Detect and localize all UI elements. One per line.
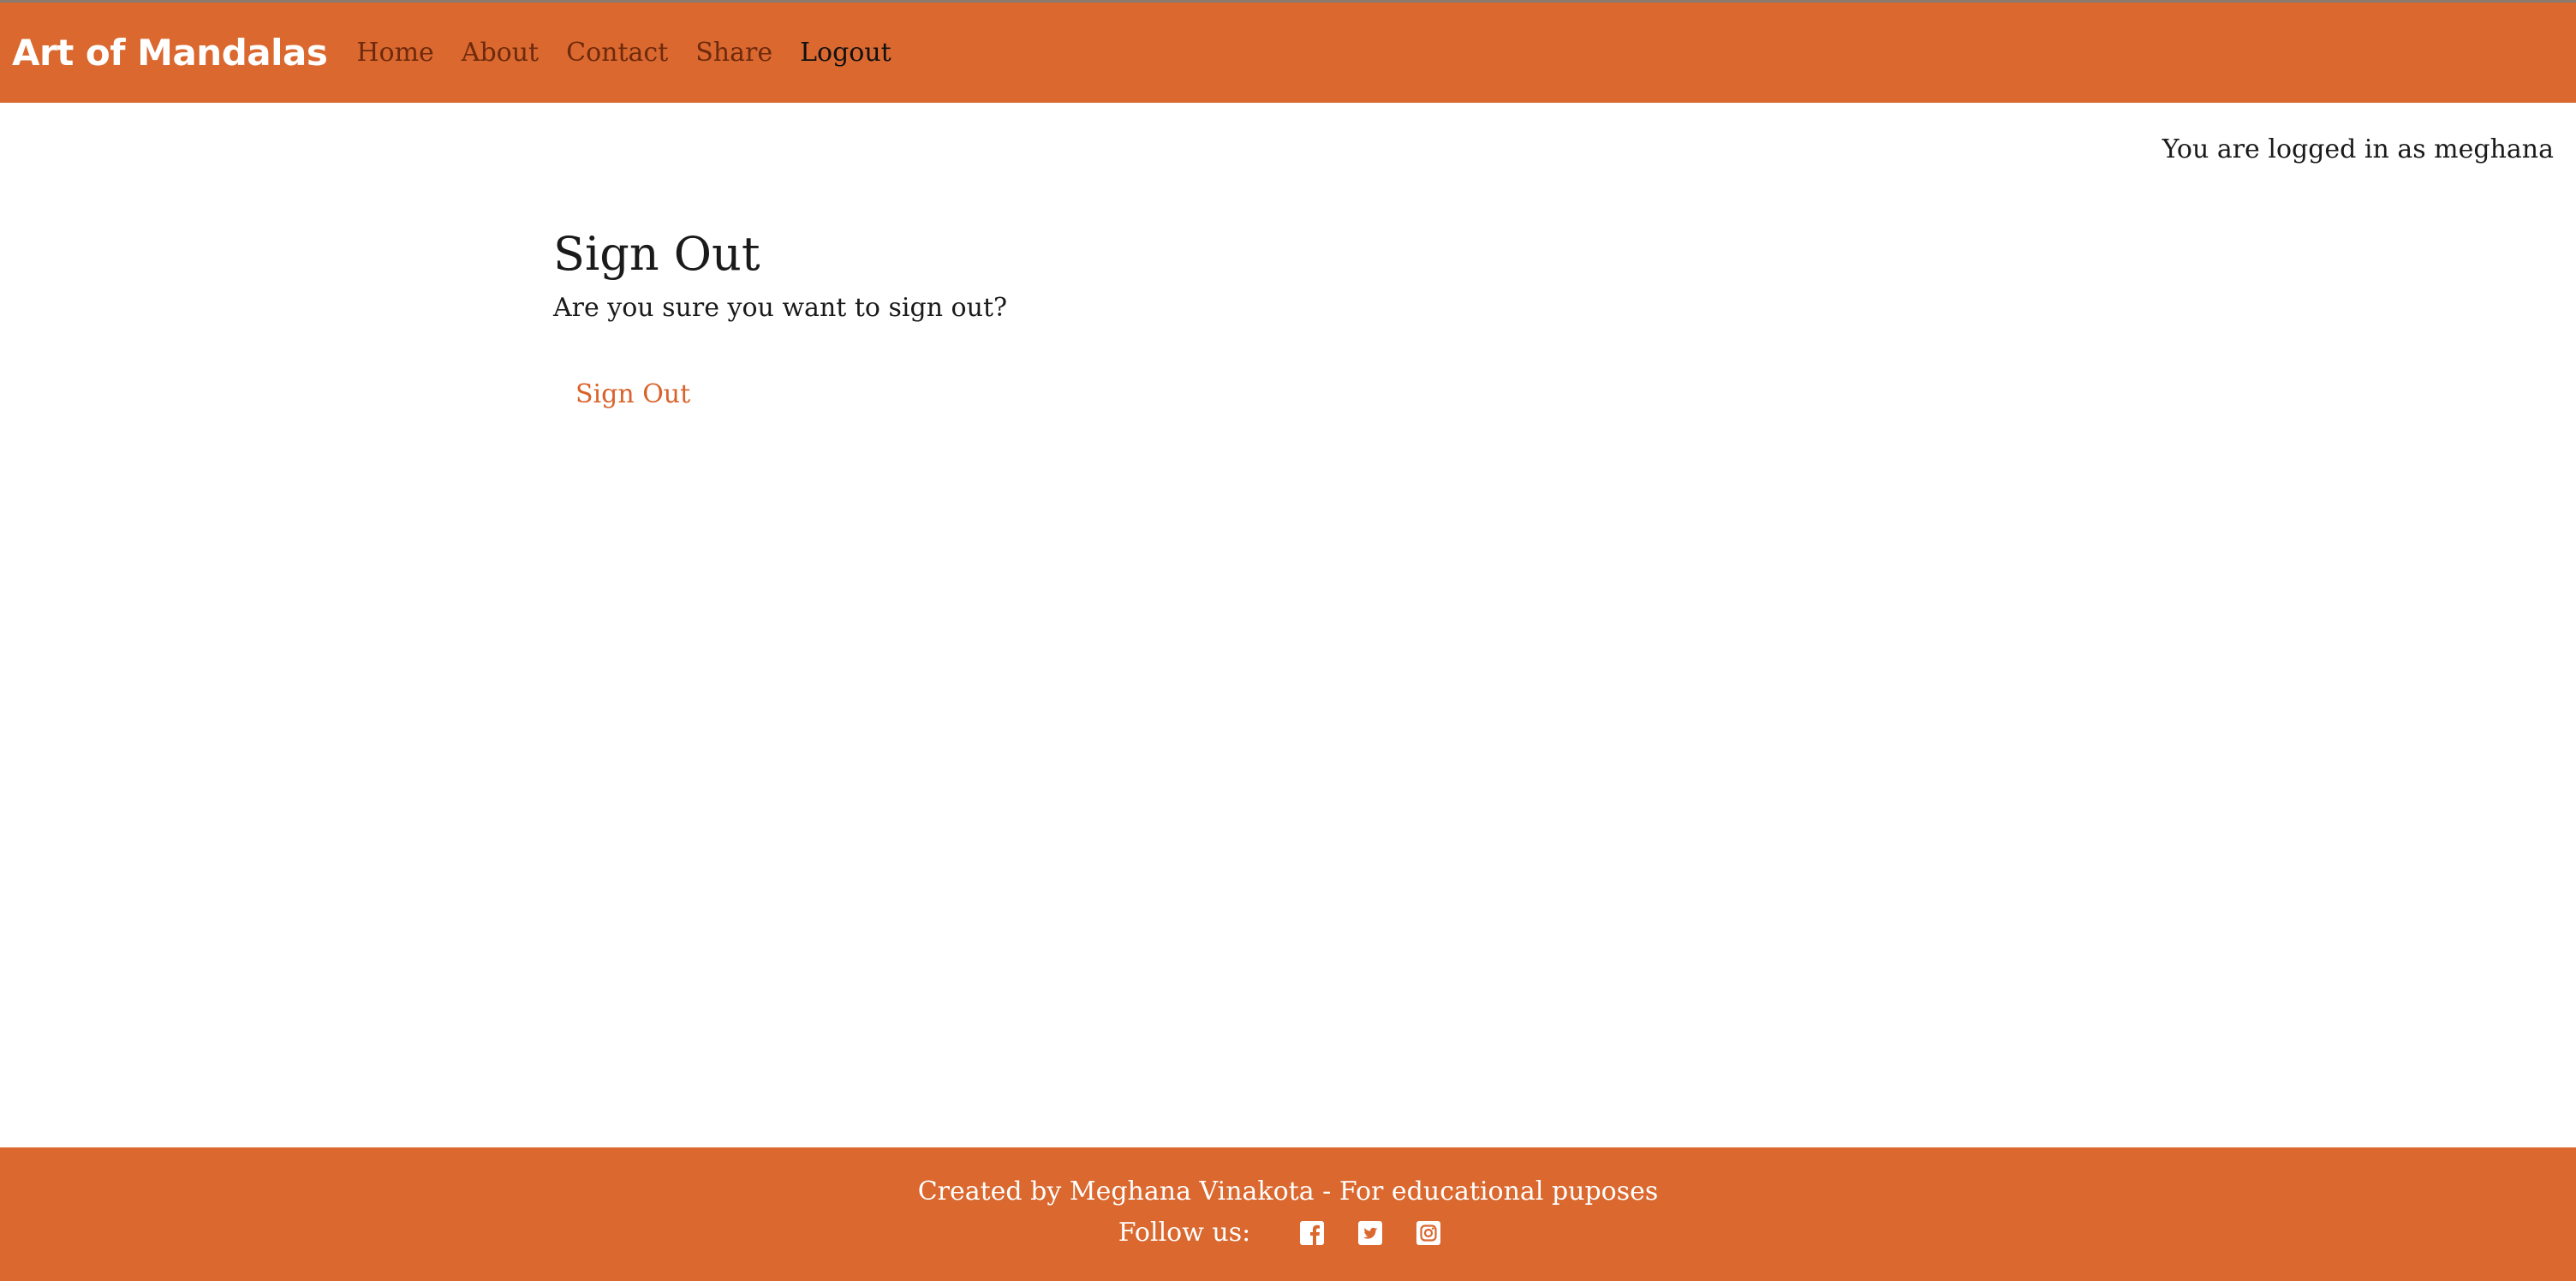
page-title: Sign Out: [553, 227, 760, 281]
nav-link-about[interactable]: About: [462, 38, 539, 68]
top-navbar: Art of Mandalas Home About Contact Share…: [0, 0, 2576, 103]
follow-us-label: Follow us:: [1118, 1218, 1251, 1248]
signout-prompt: Are you sure you want to sign out?: [553, 293, 1008, 323]
nav-link-share[interactable]: Share: [695, 38, 772, 68]
footer-credit: Created by Meghana Vinakota - For educat…: [917, 1177, 1659, 1207]
logged-in-status: You are logged in as meghana: [2162, 134, 2554, 164]
nav-links: Home About Contact Share Logout: [356, 38, 918, 68]
nav-link-logout[interactable]: Logout: [800, 38, 891, 68]
facebook-icon[interactable]: [1299, 1220, 1325, 1246]
twitter-icon[interactable]: [1357, 1220, 1383, 1246]
brand-logo[interactable]: Art of Mandalas: [12, 32, 328, 74]
nav-link-contact[interactable]: Contact: [566, 38, 668, 68]
sign-out-button[interactable]: Sign Out: [575, 379, 690, 409]
nav-link-home[interactable]: Home: [356, 38, 433, 68]
main-content: Sign Out Are you sure you want to sign o…: [553, 224, 1007, 409]
instagram-icon[interactable]: [1416, 1220, 1441, 1246]
page-footer: Created by Meghana Vinakota - For educat…: [0, 1147, 2576, 1281]
footer-follow-row: Follow us:: [0, 1218, 2576, 1248]
